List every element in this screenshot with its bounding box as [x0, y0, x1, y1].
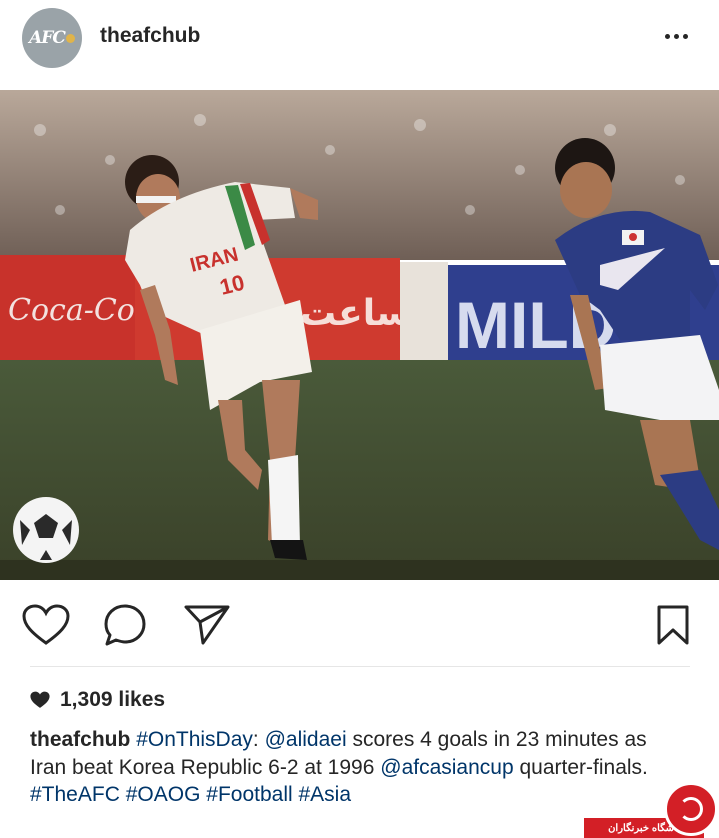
caption-colon: : — [252, 728, 259, 751]
avatar-logo-ball — [65, 33, 75, 43]
mention-afcasiancup[interactable]: @afcasiancup — [380, 756, 513, 779]
post-caption: theafchub #OnThisDay: @alidaei scores 4 … — [30, 726, 670, 809]
svg-text:ساعت: ساعت — [300, 293, 412, 334]
avatar-logo-text: AFC — [29, 28, 66, 48]
post-header: AFC theafchub — [0, 0, 719, 90]
watermark-logo-icon — [664, 782, 718, 836]
hashtag-football[interactable]: #Football — [206, 783, 292, 806]
save-bookmark-icon[interactable] — [648, 600, 698, 650]
account-username[interactable]: theafchub — [100, 24, 200, 48]
hashtag-oaog[interactable]: #OAOG — [126, 783, 201, 806]
post-actions-bar — [0, 590, 719, 660]
hashtag-onthisday[interactable]: #OnThisDay — [136, 728, 253, 751]
likes-count: 1,309 likes — [60, 688, 166, 711]
hashtag-theafc[interactable]: #TheAFC — [30, 783, 120, 806]
share-paper-plane-icon[interactable] — [182, 600, 232, 650]
like-heart-icon[interactable] — [21, 600, 71, 650]
likes-row[interactable]: 1,309 likes — [30, 688, 165, 712]
caption-author[interactable]: theafchub — [30, 728, 130, 751]
football-match-photo: Coca-Cola ساعت MILD IRAN 10 — [0, 90, 719, 580]
post-photo[interactable]: Coca-Cola ساعت MILD IRAN 10 — [0, 90, 719, 580]
caption-text-2: quarter-finals. — [519, 755, 648, 779]
actions-divider — [30, 666, 690, 667]
comment-bubble-icon[interactable] — [100, 600, 150, 650]
hashtag-asia[interactable]: #Asia — [299, 783, 352, 806]
more-options-icon[interactable] — [660, 20, 692, 52]
mention-alidaei[interactable]: @alidaei — [265, 728, 347, 751]
heart-filled-icon — [30, 691, 50, 708]
football — [13, 497, 79, 563]
account-avatar[interactable]: AFC — [22, 8, 82, 68]
